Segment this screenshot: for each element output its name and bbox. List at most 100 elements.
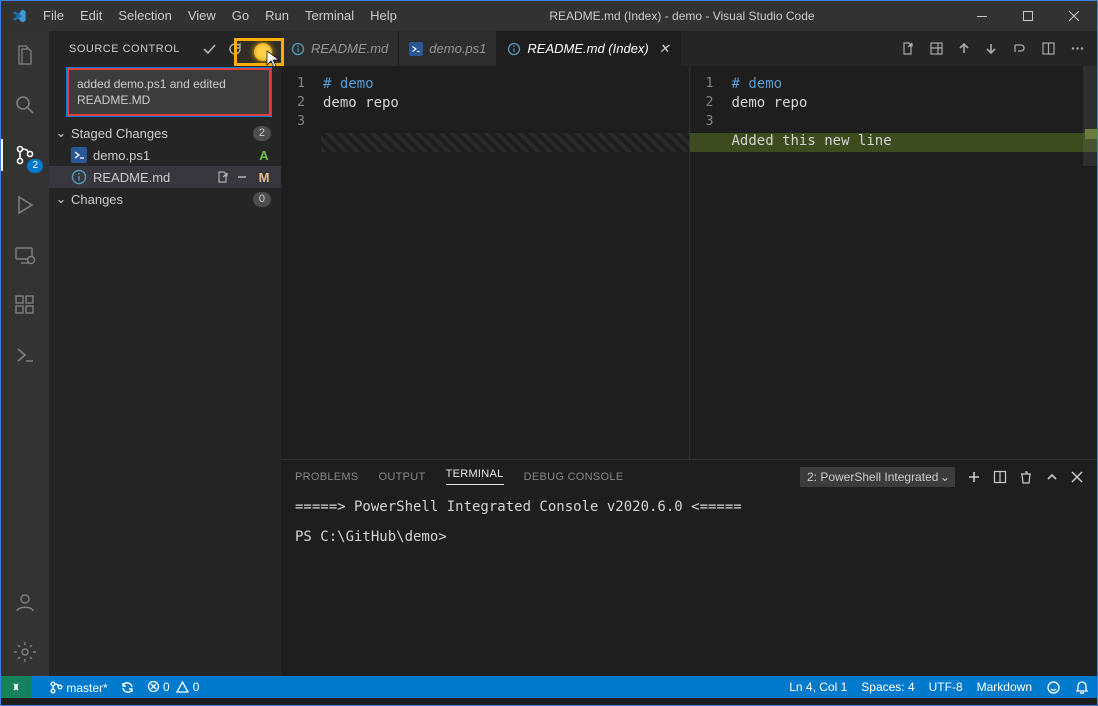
code-line bbox=[732, 114, 1098, 133]
code-line: demo repo bbox=[732, 95, 1098, 114]
staged-file-demo-ps1[interactable]: demo.ps1 A bbox=[49, 144, 281, 166]
menu-help[interactable]: Help bbox=[362, 1, 405, 31]
vscode-icon bbox=[11, 8, 27, 24]
menu-file[interactable]: File bbox=[35, 1, 72, 31]
diff-deleted-placeholder bbox=[321, 133, 689, 152]
toggle-collapse-icon[interactable] bbox=[929, 41, 944, 56]
changes-count-badge: 0 bbox=[253, 192, 271, 207]
staged-count-badge: 2 bbox=[253, 126, 271, 141]
tab-readme-index[interactable]: README.md (Index) ✕ bbox=[497, 31, 680, 66]
indentation[interactable]: Spaces: 4 bbox=[861, 680, 914, 694]
language-mode[interactable]: Markdown bbox=[977, 680, 1032, 694]
staged-file-readme[interactable]: README.md M bbox=[49, 166, 281, 188]
menu-bar: File Edit Selection View Go Run Terminal… bbox=[35, 1, 405, 31]
accounts-icon[interactable] bbox=[1, 586, 49, 618]
scrollbar[interactable] bbox=[1083, 66, 1097, 166]
code-line bbox=[323, 114, 689, 133]
panel: PROBLEMS OUTPUT TERMINAL DEBUG CONSOLE 2… bbox=[281, 459, 1097, 676]
unstage-icon[interactable] bbox=[235, 170, 249, 184]
menu-selection[interactable]: Selection bbox=[110, 1, 179, 31]
code-line: # demo bbox=[732, 76, 1098, 95]
close-button[interactable] bbox=[1051, 1, 1097, 31]
activity-bar: 2 bbox=[1, 31, 49, 676]
tab-readme[interactable]: README.md bbox=[281, 31, 399, 66]
previous-change-icon[interactable] bbox=[958, 42, 971, 55]
whitespace-icon[interactable] bbox=[1012, 41, 1027, 56]
diff-editor: 1 2 3 # demo demo repo 1 2 3 4+ bbox=[281, 66, 1097, 459]
kill-terminal-icon[interactable] bbox=[1019, 470, 1033, 484]
code-line: # demo bbox=[323, 76, 689, 95]
powershell-icon[interactable] bbox=[1, 339, 49, 371]
minimize-button[interactable] bbox=[959, 1, 1005, 31]
tab-label: README.md (Index) bbox=[527, 41, 648, 56]
tab-demo-ps1[interactable]: demo.ps1 bbox=[399, 31, 497, 66]
open-file-icon[interactable] bbox=[215, 170, 229, 184]
info-file-icon bbox=[507, 42, 521, 56]
menu-terminal[interactable]: Terminal bbox=[297, 1, 362, 31]
remote-explorer-icon[interactable] bbox=[1, 239, 49, 271]
file-name: demo.ps1 bbox=[93, 148, 150, 163]
refresh-icon[interactable] bbox=[227, 41, 243, 57]
split-terminal-icon[interactable] bbox=[993, 470, 1007, 484]
cursor-position[interactable]: Ln 4, Col 1 bbox=[789, 680, 847, 694]
menu-view[interactable]: View bbox=[180, 1, 224, 31]
powershell-file-icon bbox=[409, 42, 423, 56]
status-added: A bbox=[255, 148, 273, 163]
panel-tab-output[interactable]: OUTPUT bbox=[379, 471, 426, 483]
diff-original-pane[interactable]: 1 2 3 # demo demo repo bbox=[281, 66, 690, 459]
staged-changes-label: Staged Changes bbox=[71, 126, 168, 141]
powershell-file-icon bbox=[71, 147, 87, 163]
more-editor-actions-icon[interactable] bbox=[1070, 41, 1085, 56]
remote-indicator[interactable] bbox=[1, 676, 31, 698]
status-bar: master* 0 0 Ln 4, Col 1 Spaces: 4 UTF-8 … bbox=[1, 676, 1097, 698]
new-terminal-icon[interactable] bbox=[967, 470, 981, 484]
panel-tab-terminal[interactable]: TERMINAL bbox=[446, 468, 504, 485]
info-file-icon bbox=[71, 169, 87, 185]
branch-indicator[interactable]: master* bbox=[49, 680, 108, 695]
menu-go[interactable]: Go bbox=[224, 1, 257, 31]
errors-warnings[interactable]: 0 0 bbox=[147, 680, 200, 694]
scm-icon[interactable]: 2 bbox=[1, 139, 49, 171]
terminal-body[interactable]: =====> PowerShell Integrated Console v20… bbox=[281, 493, 1097, 676]
editor-tabs: README.md demo.ps1 README.md (Index) ✕ bbox=[281, 31, 1097, 66]
diff-modified-pane[interactable]: 1 2 3 4+ # demo demo repo Added this new… bbox=[690, 66, 1098, 459]
more-actions-icon[interactable] bbox=[253, 41, 269, 57]
status-modified: M bbox=[255, 170, 273, 185]
commit-message-input[interactable]: added demo.ps1 and edited README.MD bbox=[67, 68, 271, 116]
changes-section[interactable]: ⌄ Changes 0 bbox=[49, 188, 281, 210]
encoding[interactable]: UTF-8 bbox=[929, 680, 963, 694]
commit-check-icon[interactable] bbox=[201, 41, 217, 57]
maximize-panel-icon[interactable] bbox=[1045, 470, 1059, 484]
chevron-down-icon: ⌄ bbox=[55, 125, 67, 141]
tab-label: README.md bbox=[311, 41, 388, 56]
menu-edit[interactable]: Edit bbox=[72, 1, 110, 31]
panel-tab-problems[interactable]: PROBLEMS bbox=[295, 471, 359, 483]
go-to-file-icon[interactable] bbox=[900, 41, 915, 56]
changes-label: Changes bbox=[71, 192, 123, 207]
code-line-added: Added this new line bbox=[690, 133, 1098, 152]
search-icon[interactable] bbox=[1, 89, 49, 121]
run-debug-icon[interactable] bbox=[1, 189, 49, 221]
tab-label: demo.ps1 bbox=[429, 41, 486, 56]
close-panel-icon[interactable] bbox=[1071, 471, 1083, 483]
next-change-icon[interactable] bbox=[985, 42, 998, 55]
notifications-icon[interactable] bbox=[1075, 680, 1089, 694]
window-title: README.md (Index) - demo - Visual Studio… bbox=[405, 9, 959, 23]
maximize-button[interactable] bbox=[1005, 1, 1051, 31]
feedback-icon[interactable] bbox=[1046, 680, 1061, 695]
sidebar-header: SOURCE CONTROL bbox=[49, 31, 281, 66]
source-control-sidebar: SOURCE CONTROL added demo.ps1 and edited… bbox=[49, 31, 281, 676]
sync-icon[interactable] bbox=[120, 680, 135, 695]
split-editor-icon[interactable] bbox=[1041, 41, 1056, 56]
panel-tab-debug-console[interactable]: DEBUG CONSOLE bbox=[524, 471, 624, 483]
settings-gear-icon[interactable] bbox=[1, 636, 49, 668]
terminal-selector[interactable]: 2: PowerShell Integrated⌄ bbox=[800, 467, 955, 487]
close-tab-icon[interactable]: ✕ bbox=[659, 41, 670, 57]
scm-badge: 2 bbox=[27, 159, 43, 173]
explorer-icon[interactable] bbox=[1, 39, 49, 71]
info-file-icon bbox=[291, 42, 305, 56]
title-bar: File Edit Selection View Go Run Terminal… bbox=[1, 1, 1097, 31]
extensions-icon[interactable] bbox=[1, 289, 49, 321]
staged-changes-section[interactable]: ⌄ Staged Changes 2 bbox=[49, 122, 281, 144]
menu-run[interactable]: Run bbox=[257, 1, 297, 31]
